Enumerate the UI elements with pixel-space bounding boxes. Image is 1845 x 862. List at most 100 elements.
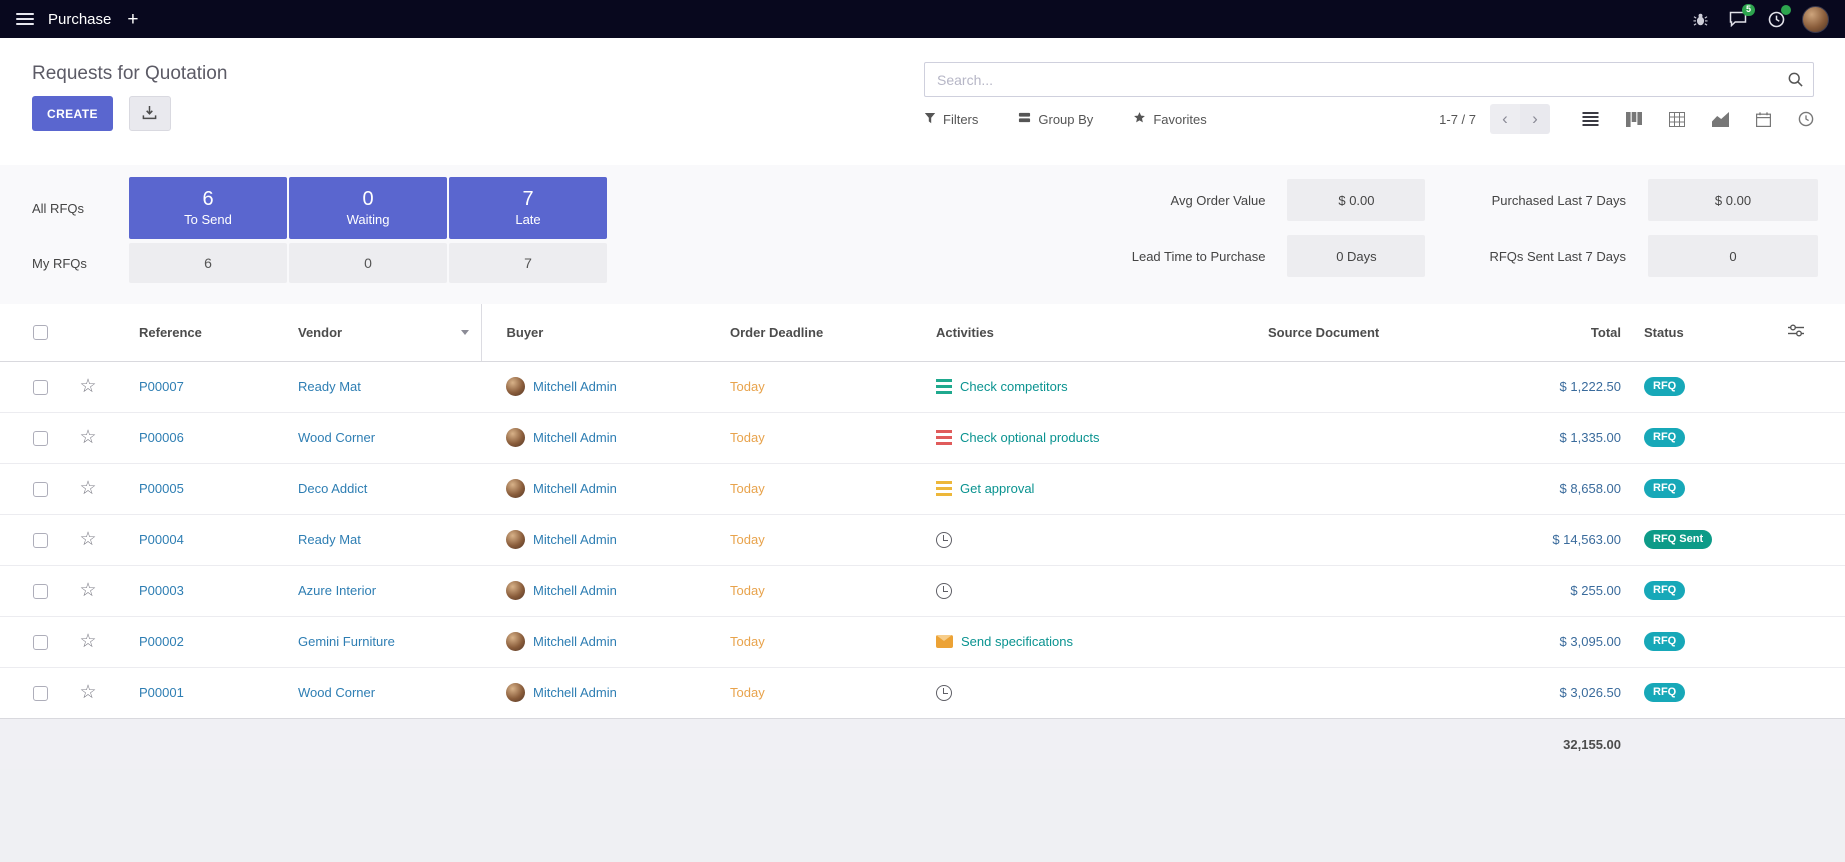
col-header-deadline[interactable]: Order Deadline bbox=[705, 304, 911, 361]
apps-menu-icon[interactable] bbox=[16, 13, 34, 25]
row-checkbox[interactable] bbox=[33, 686, 48, 701]
debug-bug-icon[interactable] bbox=[1688, 7, 1712, 31]
reference-link[interactable]: P00006 bbox=[139, 430, 184, 445]
messages-icon[interactable]: 5 bbox=[1726, 7, 1750, 31]
table-row[interactable]: P00007 Ready Mat Mitchell Admin Today Ch… bbox=[0, 361, 1845, 412]
activity-clock-icon[interactable] bbox=[936, 583, 952, 599]
col-header-vendor[interactable]: Vendor bbox=[273, 304, 481, 361]
filters-button[interactable]: Filters bbox=[924, 112, 978, 127]
activity-link[interactable]: Get approval bbox=[960, 481, 1034, 496]
activity-mail-icon[interactable] bbox=[936, 635, 953, 648]
table-row[interactable]: P00002 Gemini Furniture Mitchell Admin T… bbox=[0, 616, 1845, 667]
activity-link[interactable]: Send specifications bbox=[961, 634, 1073, 649]
activity-link[interactable]: Check competitors bbox=[960, 379, 1068, 394]
col-header-total[interactable]: Total bbox=[1513, 304, 1628, 361]
favorite-star-icon[interactable] bbox=[79, 478, 96, 499]
pivot-view-icon[interactable] bbox=[1669, 112, 1685, 127]
to-send-count: 6 bbox=[202, 189, 213, 209]
table-row[interactable]: P00006 Wood Corner Mitchell Admin Today … bbox=[0, 412, 1845, 463]
vendor-link[interactable]: Wood Corner bbox=[298, 430, 375, 445]
activities-icon[interactable] bbox=[1764, 7, 1788, 31]
row-checkbox[interactable] bbox=[33, 380, 48, 395]
buyer-link[interactable]: Mitchell Admin bbox=[533, 379, 617, 394]
row-checkbox[interactable] bbox=[33, 584, 48, 599]
buyer-link[interactable]: Mitchell Admin bbox=[533, 481, 617, 496]
my-waiting-count[interactable]: 0 bbox=[289, 243, 447, 283]
favorite-star-icon[interactable] bbox=[79, 376, 96, 397]
my-late-count[interactable]: 7 bbox=[449, 243, 607, 283]
vendor-link[interactable]: Ready Mat bbox=[298, 379, 361, 394]
search-icon[interactable] bbox=[1787, 71, 1804, 93]
favorite-star-icon[interactable] bbox=[79, 631, 96, 652]
my-rfqs-filter[interactable]: My RFQs bbox=[32, 243, 129, 283]
card-waiting[interactable]: 0 Waiting bbox=[289, 177, 447, 239]
waiting-label: Waiting bbox=[347, 212, 390, 227]
sort-desc-icon[interactable] bbox=[461, 330, 469, 335]
optional-columns-icon[interactable] bbox=[1788, 326, 1804, 341]
table-row[interactable]: P00005 Deco Addict Mitchell Admin Today … bbox=[0, 463, 1845, 514]
buyer-link[interactable]: Mitchell Admin bbox=[533, 583, 617, 598]
search-input[interactable] bbox=[924, 62, 1814, 97]
buyer-link[interactable]: Mitchell Admin bbox=[533, 532, 617, 547]
activity-view-icon[interactable] bbox=[1798, 111, 1814, 127]
rfqs-sent-last-7-days-label: RFQs Sent Last 7 Days bbox=[1447, 249, 1626, 264]
new-tab-button[interactable]: + bbox=[127, 10, 138, 29]
activity-type-icon[interactable] bbox=[936, 379, 952, 394]
pager-next-button[interactable]: › bbox=[1520, 104, 1550, 134]
pager-prev-button[interactable]: ‹ bbox=[1490, 104, 1520, 134]
card-to-send[interactable]: 6 To Send bbox=[129, 177, 287, 239]
card-late[interactable]: 7 Late bbox=[449, 177, 607, 239]
col-header-reference[interactable]: Reference bbox=[114, 304, 273, 361]
table-row[interactable]: P00004 Ready Mat Mitchell Admin Today $ … bbox=[0, 514, 1845, 565]
vendor-link[interactable]: Gemini Furniture bbox=[298, 634, 395, 649]
favorite-star-icon[interactable] bbox=[79, 682, 96, 703]
reference-link[interactable]: P00004 bbox=[139, 532, 184, 547]
row-checkbox[interactable] bbox=[33, 431, 48, 446]
col-header-status[interactable]: Status bbox=[1628, 304, 1770, 361]
favorite-star-icon[interactable] bbox=[79, 529, 96, 550]
graph-view-icon[interactable] bbox=[1712, 112, 1729, 127]
buyer-link[interactable]: Mitchell Admin bbox=[533, 685, 617, 700]
user-avatar[interactable] bbox=[1802, 6, 1829, 33]
vendor-link[interactable]: Azure Interior bbox=[298, 583, 376, 598]
row-checkbox[interactable] bbox=[33, 635, 48, 650]
control-panel-left: Requests for Quotation CREATE bbox=[32, 54, 924, 165]
to-send-label: To Send bbox=[184, 212, 232, 227]
vendor-link[interactable]: Ready Mat bbox=[298, 532, 361, 547]
row-checkbox[interactable] bbox=[33, 482, 48, 497]
vendor-link[interactable]: Deco Addict bbox=[298, 481, 367, 496]
app-name[interactable]: Purchase bbox=[48, 11, 111, 28]
favorite-star-icon[interactable] bbox=[79, 580, 96, 601]
all-rfqs-filter[interactable]: All RFQs bbox=[32, 177, 129, 239]
my-to-send-count[interactable]: 6 bbox=[129, 243, 287, 283]
activity-clock-icon[interactable] bbox=[936, 532, 952, 548]
vendor-link[interactable]: Wood Corner bbox=[298, 685, 375, 700]
table-row[interactable]: P00001 Wood Corner Mitchell Admin Today … bbox=[0, 667, 1845, 718]
list-view-icon[interactable] bbox=[1582, 112, 1599, 126]
buyer-link[interactable]: Mitchell Admin bbox=[533, 430, 617, 445]
col-header-source[interactable]: Source Document bbox=[1243, 304, 1513, 361]
reference-link[interactable]: P00005 bbox=[139, 481, 184, 496]
calendar-view-icon[interactable] bbox=[1756, 112, 1771, 127]
group-by-button[interactable]: Group By bbox=[1018, 111, 1093, 127]
buyer-link[interactable]: Mitchell Admin bbox=[533, 634, 617, 649]
reference-link[interactable]: P00007 bbox=[139, 379, 184, 394]
activity-type-icon[interactable] bbox=[936, 481, 952, 496]
reference-link[interactable]: P00003 bbox=[139, 583, 184, 598]
col-header-buyer[interactable]: Buyer bbox=[481, 304, 705, 361]
export-button[interactable] bbox=[129, 96, 171, 131]
reference-link[interactable]: P00002 bbox=[139, 634, 184, 649]
favorites-button[interactable]: Favorites bbox=[1133, 111, 1206, 127]
activity-clock-icon[interactable] bbox=[936, 685, 952, 701]
select-all-checkbox[interactable] bbox=[33, 325, 48, 340]
search-tools: Filters Group By Favorites 1-7 / 7 ‹ › bbox=[924, 106, 1814, 132]
favorite-star-icon[interactable] bbox=[79, 427, 96, 448]
reference-link[interactable]: P00001 bbox=[139, 685, 184, 700]
create-button[interactable]: CREATE bbox=[32, 96, 113, 131]
col-header-activities[interactable]: Activities bbox=[911, 304, 1243, 361]
activity-link[interactable]: Check optional products bbox=[960, 430, 1099, 445]
row-checkbox[interactable] bbox=[33, 533, 48, 548]
kanban-view-icon[interactable] bbox=[1626, 112, 1642, 127]
table-row[interactable]: P00003 Azure Interior Mitchell Admin Tod… bbox=[0, 565, 1845, 616]
activity-type-icon[interactable] bbox=[936, 430, 952, 445]
